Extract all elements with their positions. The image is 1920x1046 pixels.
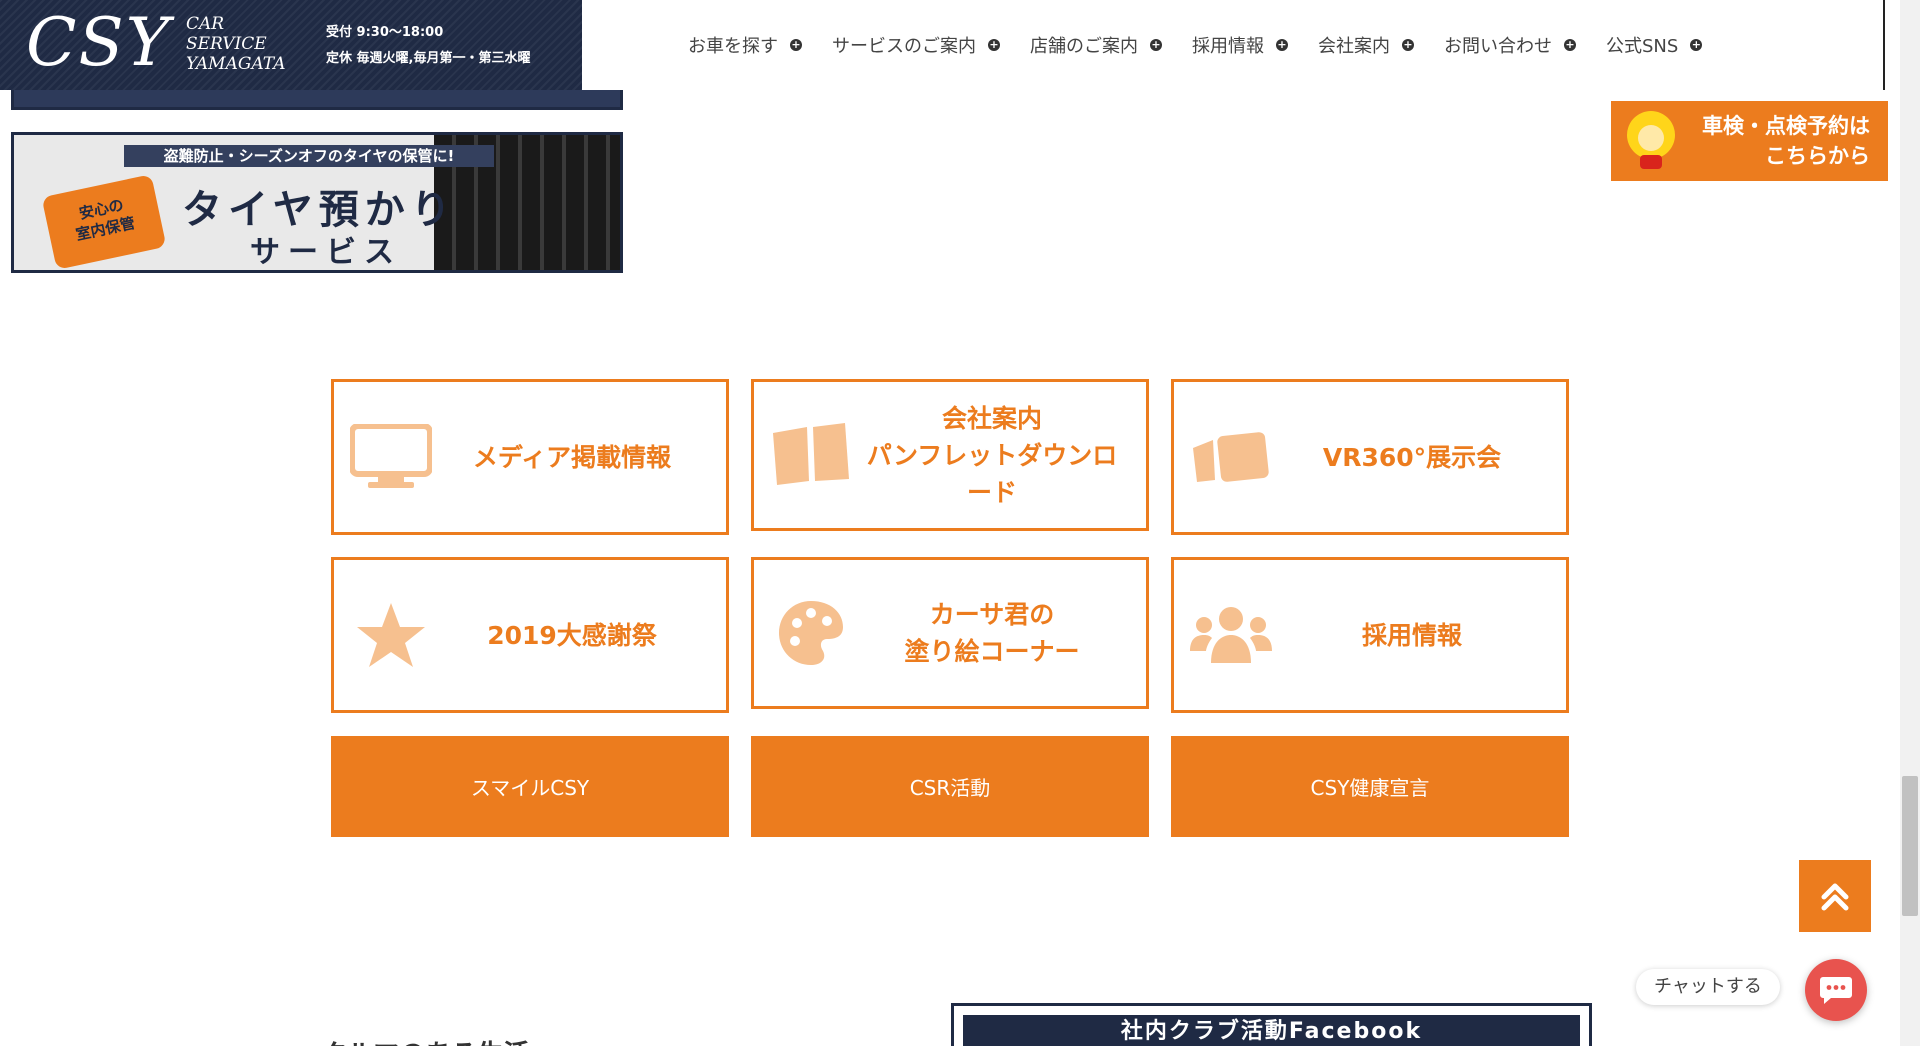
star-icon — [346, 590, 436, 680]
previous-banner-edge[interactable] — [11, 90, 623, 110]
nav-label: 採用情報 — [1192, 36, 1264, 57]
tile-thanks-festival[interactable]: 2019大感謝祭 — [331, 557, 729, 713]
scroll-to-top-button[interactable] — [1799, 860, 1871, 932]
nav-label: 公式SNS — [1606, 36, 1679, 57]
nav-label: 会社案内 — [1318, 36, 1390, 57]
reservation-line: 車検・点検予約は — [1702, 114, 1870, 138]
inspection-reservation-banner[interactable]: 車検・点検予約は こちらから — [1611, 101, 1888, 181]
tile-vr360[interactable]: VR360°展示会 — [1171, 379, 1569, 535]
tile-line: 塗り絵コーナー — [904, 637, 1080, 666]
nav-item-sns[interactable]: 公式SNS + — [1606, 32, 1703, 58]
reservation-text: 車検・点検予約は こちらから — [1677, 111, 1888, 171]
smile-csy-button[interactable]: スマイルCSY — [331, 736, 729, 837]
logo-header[interactable]: CSY CAR SERVICE YAMAGATA 受付 9:30〜18:00 定… — [0, 0, 582, 90]
tile-line: パンフレットダウンロード — [866, 440, 1118, 507]
tile-label: VR360°展示会 — [1276, 439, 1566, 476]
chat-bubble-icon — [1820, 977, 1852, 1004]
double-chevron-up-icon — [1821, 883, 1849, 911]
logo-text: CSY — [26, 4, 172, 81]
nav-label: サービスのご案内 — [832, 36, 976, 57]
plus-circle-icon: + — [988, 38, 1000, 51]
book-icon — [766, 410, 856, 500]
scrollbar-thumb[interactable] — [1902, 776, 1918, 916]
logo-subtitle: CAR SERVICE YAMAGATA — [186, 14, 285, 74]
palette-icon — [766, 588, 856, 678]
tile-label: 2019大感謝祭 — [436, 617, 726, 654]
tile-line: 採用情報 — [1361, 620, 1462, 650]
nav-label: お問い合わせ — [1444, 36, 1552, 57]
main-nav: お車を探す + サービスのご案内 + 店舗のご案内 + 採用情報 + 会社案内 + お問い… — [688, 32, 1732, 58]
nav-item-recruit[interactable]: 採用情報 + — [1192, 32, 1288, 58]
plus-circle-icon: + — [1564, 38, 1576, 51]
logo-sub-line: CAR — [186, 14, 225, 34]
header-divider — [1883, 0, 1885, 90]
tile-label: カーサ君の 塗り絵コーナー — [856, 596, 1146, 670]
tile-media[interactable]: メディア掲載情報 — [331, 379, 729, 535]
chat-label[interactable]: チャットする — [1636, 969, 1780, 1005]
tile-label: メディア掲載情報 — [436, 439, 726, 476]
logo-sub-line: SERVICE — [186, 34, 267, 54]
mascot-icon — [1625, 111, 1677, 171]
chat-button[interactable] — [1805, 959, 1867, 1021]
tire-banner-stripe: 盗難防止・シーズンオフのタイヤの保管に! — [124, 145, 494, 167]
tile-pamphlet[interactable]: 会社案内 パンフレットダウンロード — [751, 379, 1149, 531]
nav-item-stores[interactable]: 店舗のご案内 + — [1030, 32, 1162, 58]
plus-circle-icon: + — [790, 38, 802, 51]
hours-closed: 定休 毎週火曜,毎月第一・第三水曜 — [326, 51, 531, 66]
facebook-panel-title: 社内クラブ活動Facebook — [963, 1015, 1580, 1046]
nav-label: お車を探す — [688, 36, 778, 57]
tile-line: メディア掲載情報 — [472, 442, 672, 472]
plus-circle-icon: + — [1276, 38, 1288, 51]
business-hours: 受付 9:30〜18:00 定休 毎週火曜,毎月第一・第三水曜 — [326, 20, 530, 72]
tile-line: カーサ君の — [929, 600, 1055, 629]
plus-circle-icon: + — [1402, 38, 1414, 51]
nav-label: 店舗のご案内 — [1030, 36, 1138, 57]
nav-item-cars[interactable]: お車を探す + — [688, 32, 802, 58]
tile-recruit[interactable]: 採用情報 — [1171, 557, 1569, 713]
reservation-line: こちらから — [1765, 144, 1870, 168]
nav-item-services[interactable]: サービスのご案内 + — [832, 32, 1000, 58]
tile-line: VR360°展示会 — [1322, 442, 1502, 472]
tile-line: 会社案内 — [941, 403, 1042, 433]
csr-button[interactable]: CSR活動 — [751, 736, 1149, 837]
users-icon — [1186, 590, 1276, 680]
nav-item-company[interactable]: 会社案内 + — [1318, 32, 1414, 58]
plus-circle-icon: + — [1150, 38, 1162, 51]
tire-storage-banner[interactable]: 盗難防止・シーズンオフのタイヤの保管に! 安心の 室内保管 タイヤ預かり サービ… — [11, 132, 623, 273]
plus-circle-icon: + — [1690, 38, 1703, 51]
tire-banner-subtitle: サービス — [250, 235, 402, 270]
tile-label: 会社案内 パンフレットダウンロード — [856, 400, 1146, 511]
tire-banner-badge: 安心の 室内保管 — [41, 174, 167, 270]
tile-label: 採用情報 — [1276, 617, 1566, 654]
section-heading-lifestyle: クルマのある生活 — [322, 1034, 529, 1046]
hours-reception: 受付 9:30〜18:00 — [326, 25, 444, 40]
tile-line: 2019大感謝祭 — [487, 620, 657, 650]
logo-sub-line: YAMAGATA — [186, 54, 286, 74]
video-camera-icon — [1186, 412, 1276, 502]
nav-item-contact[interactable]: お問い合わせ + — [1444, 32, 1576, 58]
tile-coloring[interactable]: カーサ君の 塗り絵コーナー — [751, 557, 1149, 709]
health-declaration-button[interactable]: CSY健康宣言 — [1171, 736, 1569, 837]
monitor-icon — [346, 412, 436, 502]
